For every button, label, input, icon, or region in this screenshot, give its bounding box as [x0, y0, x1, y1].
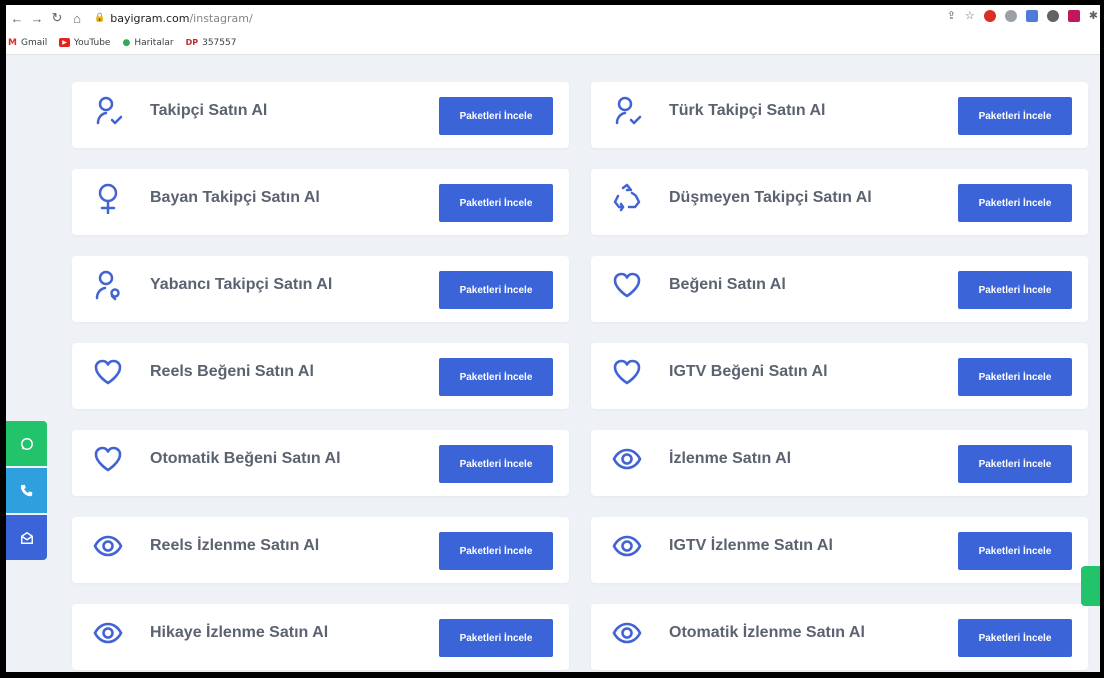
bookmark-label: 357557 — [202, 37, 237, 48]
toolbar-actions: ⇪ ☆ ✱ — [947, 9, 1098, 22]
address-bar[interactable]: 🔒 bayigram.com/instagram/ — [94, 12, 253, 25]
chat-tab[interactable] — [1081, 566, 1100, 606]
eye-icon — [92, 530, 124, 562]
user-check-icon — [611, 95, 643, 127]
services-grid: Takipçi Satın Al Paketleri İncele Türk T… — [6, 56, 1100, 672]
eye-icon — [611, 530, 643, 562]
view-packages-button[interactable]: Paketleri İncele — [439, 358, 553, 396]
view-packages-button[interactable]: Paketleri İncele — [958, 358, 1072, 396]
view-packages-button[interactable]: Paketleri İncele — [439, 184, 553, 222]
dp-icon: DP — [185, 38, 199, 47]
browser-toolbar: ← → ↻ ⌂ 🔒 bayigram.com/instagram/ ⇪ ☆ ✱ — [6, 5, 1100, 31]
user-location-icon — [92, 269, 124, 301]
service-card: Türk Takipçi Satın Al Paketleri İncele — [591, 82, 1088, 148]
service-title: Düşmeyen Takipçi Satın Al — [669, 189, 872, 206]
service-card: Takipçi Satın Al Paketleri İncele — [72, 82, 569, 148]
view-packages-button[interactable]: Paketleri İncele — [958, 97, 1072, 135]
service-title: Beğeni Satın Al — [669, 276, 786, 293]
service-card: Reels İzlenme Satın Al Paketleri İncele — [72, 517, 569, 583]
bookmark-label: Gmail — [20, 37, 48, 48]
phone-icon — [20, 484, 33, 497]
gmail-icon: M — [8, 37, 17, 48]
view-packages-button[interactable]: Paketleri İncele — [958, 619, 1072, 657]
home-icon[interactable]: ⌂ — [68, 9, 86, 27]
youtube-icon: ▶ — [59, 38, 70, 47]
bookmark-dp[interactable]: DP 357557 — [186, 38, 237, 48]
url-domain: bayigram.com — [110, 11, 190, 25]
heart-icon — [92, 443, 124, 475]
bookmark-youtube[interactable]: ▶ YouTube — [59, 38, 110, 48]
view-packages-button[interactable]: Paketleri İncele — [439, 532, 553, 570]
service-card: Otomatik İzlenme Satın Al Paketleri İnce… — [591, 604, 1088, 670]
back-icon[interactable]: ← — [8, 9, 26, 27]
puzzle-icon[interactable]: ✱ — [1089, 9, 1098, 22]
heart-icon — [611, 356, 643, 388]
maps-pin-icon: ● — [122, 37, 131, 48]
view-packages-button[interactable]: Paketleri İncele — [439, 271, 553, 309]
service-card: Otomatik Beğeni Satın Al Paketleri İncel… — [72, 430, 569, 496]
service-title: Reels İzlenme Satın Al — [150, 537, 320, 554]
service-card: Bayan Takipçi Satın Al Paketleri İncele — [72, 169, 569, 235]
view-packages-button[interactable]: Paketleri İncele — [958, 532, 1072, 570]
service-title: Otomatik Beğeni Satın Al — [150, 450, 341, 467]
service-title: Reels Beğeni Satın Al — [150, 363, 314, 380]
browser-window: ← → ↻ ⌂ 🔒 bayigram.com/instagram/ ⇪ ☆ ✱ … — [6, 5, 1100, 672]
view-packages-button[interactable]: Paketleri İncele — [958, 271, 1072, 309]
forward-icon[interactable]: → — [28, 9, 46, 27]
service-title: Hikaye İzlenme Satın Al — [150, 624, 329, 641]
view-packages-button[interactable]: Paketleri İncele — [958, 445, 1072, 483]
service-title: IGTV İzlenme Satın Al — [669, 537, 833, 554]
bookmark-label: YouTube — [73, 37, 111, 48]
bookmark-label: Haritalar — [134, 37, 174, 48]
bookmark-gmail[interactable]: M Gmail — [8, 38, 47, 48]
view-packages-button[interactable]: Paketleri İncele — [439, 445, 553, 483]
opera-extension-icon[interactable] — [983, 9, 996, 22]
share-icon[interactable]: ⇪ — [947, 9, 956, 22]
service-title: IGTV Beğeni Satın Al — [669, 363, 828, 380]
bookmarks-bar: M Gmail ▶ YouTube ● Haritalar DP 357557 — [6, 31, 1100, 55]
eye-icon — [92, 617, 124, 649]
whatsapp-icon — [20, 437, 33, 450]
extension-icon[interactable] — [1004, 9, 1017, 22]
view-packages-button[interactable]: Paketleri İncele — [958, 184, 1072, 222]
service-title: Takipçi Satın Al — [150, 102, 268, 119]
service-title: Yabancı Takipçi Satın Al — [150, 276, 333, 293]
female-icon — [92, 182, 124, 215]
service-card: IGTV Beğeni Satın Al Paketleri İncele — [591, 343, 1088, 409]
extension-icon[interactable] — [1046, 9, 1059, 22]
service-card: IGTV İzlenme Satın Al Paketleri İncele — [591, 517, 1088, 583]
eye-icon — [611, 443, 643, 475]
heart-icon — [611, 269, 643, 301]
recycle-icon — [611, 182, 643, 214]
heart-icon — [92, 356, 124, 388]
service-card: Reels Beğeni Satın Al Paketleri İncele — [72, 343, 569, 409]
mail-button[interactable] — [6, 515, 47, 560]
reload-icon[interactable]: ↻ — [48, 9, 66, 27]
user-check-icon — [92, 95, 124, 127]
view-packages-button[interactable]: Paketleri İncele — [439, 97, 553, 135]
phone-button[interactable] — [6, 468, 47, 513]
extension-icon[interactable] — [1025, 9, 1038, 22]
lock-icon: 🔒 — [94, 13, 106, 23]
extension-icon[interactable] — [1067, 9, 1080, 22]
service-card: Beğeni Satın Al Paketleri İncele — [591, 256, 1088, 322]
service-card: Hikaye İzlenme Satın Al Paketleri İncele — [72, 604, 569, 670]
eye-icon — [611, 617, 643, 649]
view-packages-button[interactable]: Paketleri İncele — [439, 619, 553, 657]
service-title: Otomatik İzlenme Satın Al — [669, 624, 865, 641]
service-card: Düşmeyen Takipçi Satın Al Paketleri İnce… — [591, 169, 1088, 235]
bookmark-maps[interactable]: ● Haritalar — [122, 38, 173, 48]
service-title: Türk Takipçi Satın Al — [669, 102, 826, 119]
mail-icon — [20, 531, 33, 544]
star-icon[interactable]: ☆ — [965, 9, 975, 22]
service-card: İzlenme Satın Al Paketleri İncele — [591, 430, 1088, 496]
service-card: Yabancı Takipçi Satın Al Paketleri İncel… — [72, 256, 569, 322]
service-title: İzlenme Satın Al — [669, 450, 792, 467]
service-title: Bayan Takipçi Satın Al — [150, 189, 320, 206]
url-path: /instagram/ — [189, 11, 253, 25]
whatsapp-button[interactable] — [6, 421, 47, 466]
